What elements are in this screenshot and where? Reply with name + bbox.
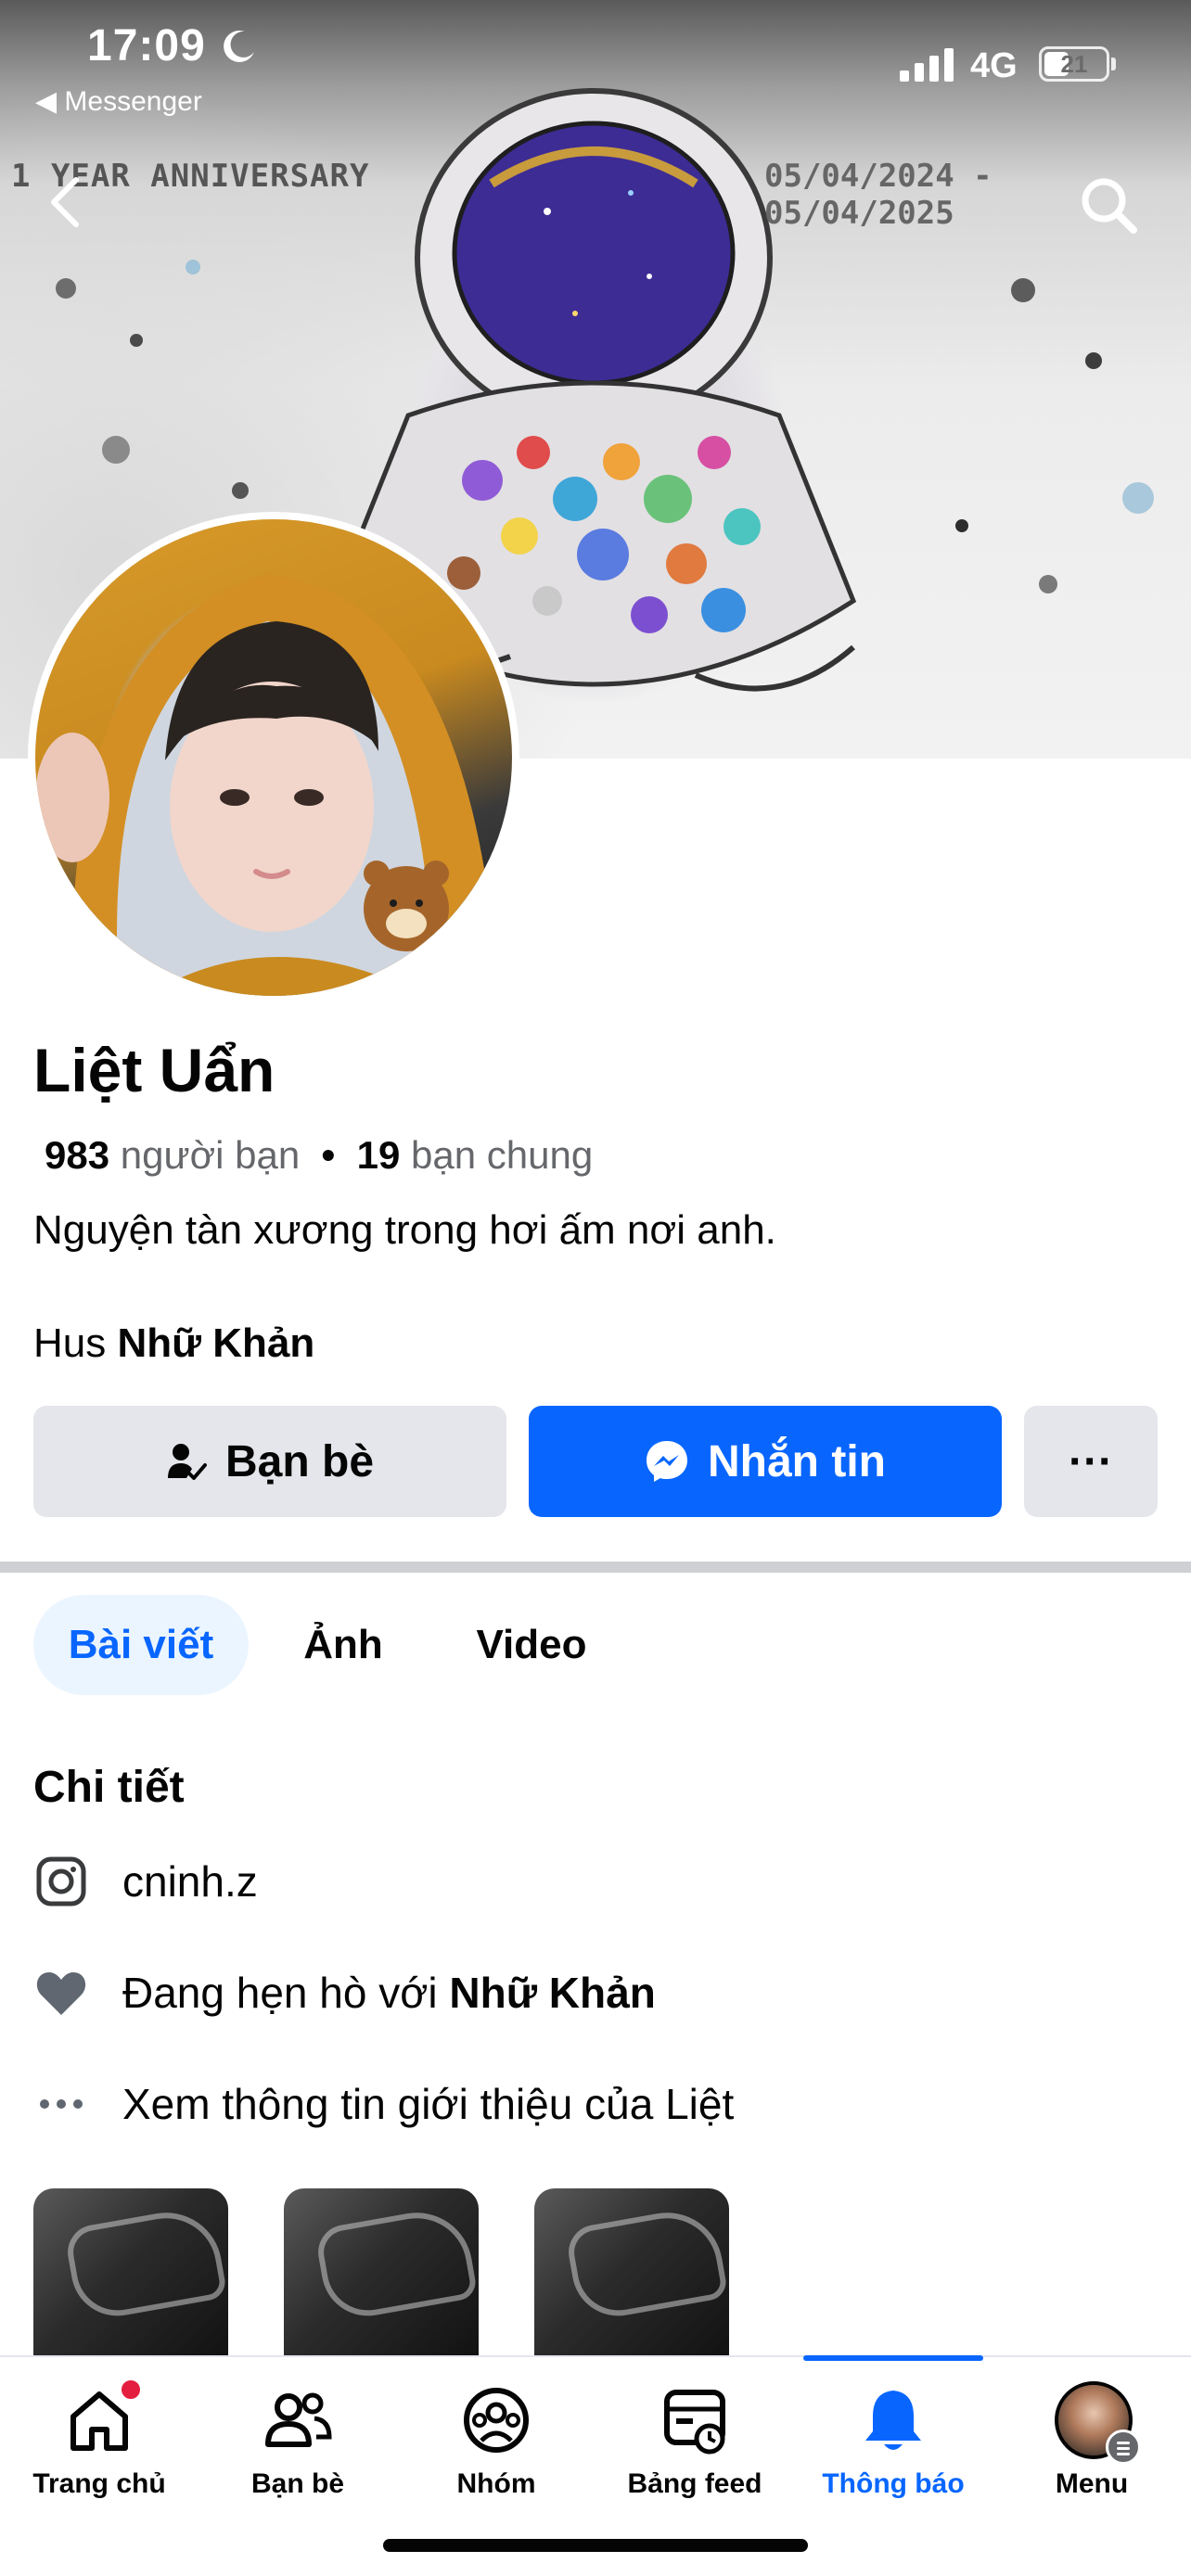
status-bar: 17:09 4G 21 (0, 0, 1191, 89)
friends-label: người bạn (120, 1133, 301, 1177)
nav-groups-label: Nhóm (456, 2468, 536, 2499)
friend-check-icon (167, 1444, 207, 1480)
tab-photos[interactable]: Ảnh (278, 1595, 408, 1695)
profile-name: Liệt Uẩn (33, 1036, 275, 1104)
battery-tip (1111, 57, 1116, 70)
messenger-icon (647, 1441, 687, 1482)
mutual-label: bạn chung (411, 1133, 594, 1177)
details-heading: Chi tiết (33, 1763, 185, 1812)
nav-feed[interactable]: Bảng feed (596, 2374, 794, 2513)
dating-partner-link[interactable]: Nhữ Khản (449, 1969, 655, 2017)
nav-friends[interactable]: Bạn bè (198, 2374, 397, 2513)
relationship-partner[interactable]: Nhữ Khản (117, 1320, 314, 1366)
menu-hamburger-icon (1106, 2429, 1141, 2465)
stats-separator: • (321, 1133, 336, 1177)
friend-stats[interactable]: 983 người bạn • 19 bạn chung (45, 1133, 593, 1178)
relationship-row: Đang hẹn hò với Nhữ Khản (33, 1960, 656, 2025)
tab-posts[interactable]: Bài viết (33, 1595, 249, 1695)
relationship-prefix: Hus (33, 1320, 107, 1366)
battery-icon: 21 (1039, 46, 1109, 82)
instagram-handle[interactable]: cninh.z (122, 1856, 258, 1906)
moon-icon (224, 30, 254, 62)
profile-picture-art (35, 575, 499, 996)
groups-icon (464, 2388, 529, 2453)
more-options-label: ··· (1069, 1436, 1113, 1486)
battery-level: 21 (1060, 50, 1088, 78)
status-time: 17:09 (87, 21, 206, 70)
mutual-count: 19 (356, 1133, 401, 1177)
friends-button[interactable]: Bạn bè (33, 1406, 506, 1517)
notification-dot (119, 2378, 143, 2402)
more-options-button[interactable]: ··· (1024, 1406, 1158, 1517)
instagram-icon (33, 1854, 89, 1909)
see-about-link[interactable]: Xem thông tin giới thiệu của Liệt (122, 2079, 734, 2129)
bell-icon (865, 2391, 921, 2450)
nav-feed-label: Bảng feed (627, 2468, 762, 2499)
back-chevron-icon[interactable] (43, 174, 89, 230)
see-about-row[interactable]: Xem thông tin giới thiệu của Liệt (33, 2072, 734, 2136)
featured-photo-3[interactable] (534, 2188, 729, 2365)
nav-menu-label: Menu (1055, 2468, 1129, 2499)
nav-home-label: Trang chủ (32, 2468, 166, 2499)
back-to-messenger-link[interactable]: ◀ Messenger (35, 85, 202, 118)
nav-friends-label: Bạn bè (250, 2468, 345, 2499)
nav-notifications[interactable]: Thông báo (794, 2374, 992, 2513)
home-indicator[interactable] (383, 2539, 808, 2552)
friends-icon (265, 2392, 332, 2447)
nav-notifications-label: Thông báo (822, 2468, 965, 2499)
active-tab-indicator (803, 2355, 983, 2361)
friends-count: 983 (45, 1133, 110, 1177)
message-button-label: Nhắn tin (708, 1436, 886, 1486)
network-type: 4G (970, 46, 1018, 85)
nav-home[interactable]: Trang chủ (0, 2374, 198, 2513)
search-icon[interactable] (1076, 172, 1143, 239)
profile-picture-frame[interactable] (28, 512, 519, 1003)
tab-videos[interactable]: Video (453, 1595, 610, 1695)
ellipsis-icon (33, 2076, 89, 2132)
feed-icon (664, 2390, 725, 2455)
friends-button-label: Bạn bè (224, 1436, 375, 1486)
relationship-text: Đang hẹn hò với Nhữ Khản (122, 1968, 656, 2018)
signal-icon (900, 48, 954, 82)
instagram-row[interactable]: cninh.z (33, 1849, 258, 1914)
featured-photo-2[interactable] (284, 2188, 479, 2365)
relationship-summary: Hus Nhữ Khản (33, 1320, 314, 1367)
profile-picture[interactable] (35, 519, 512, 996)
message-button[interactable]: Nhắn tin (529, 1406, 1002, 1517)
featured-photo-1[interactable] (33, 2188, 228, 2365)
heart-icon (33, 1965, 89, 2021)
profile-bio: Nguyện tàn xương trong hơi ấm nơi anh. (33, 1207, 776, 1253)
dating-prefix: Đang hẹn hò với (122, 1969, 438, 2017)
nav-groups[interactable]: Nhóm (397, 2374, 596, 2513)
nav-menu[interactable]: Menu (992, 2374, 1191, 2513)
section-divider (0, 1562, 1191, 1573)
